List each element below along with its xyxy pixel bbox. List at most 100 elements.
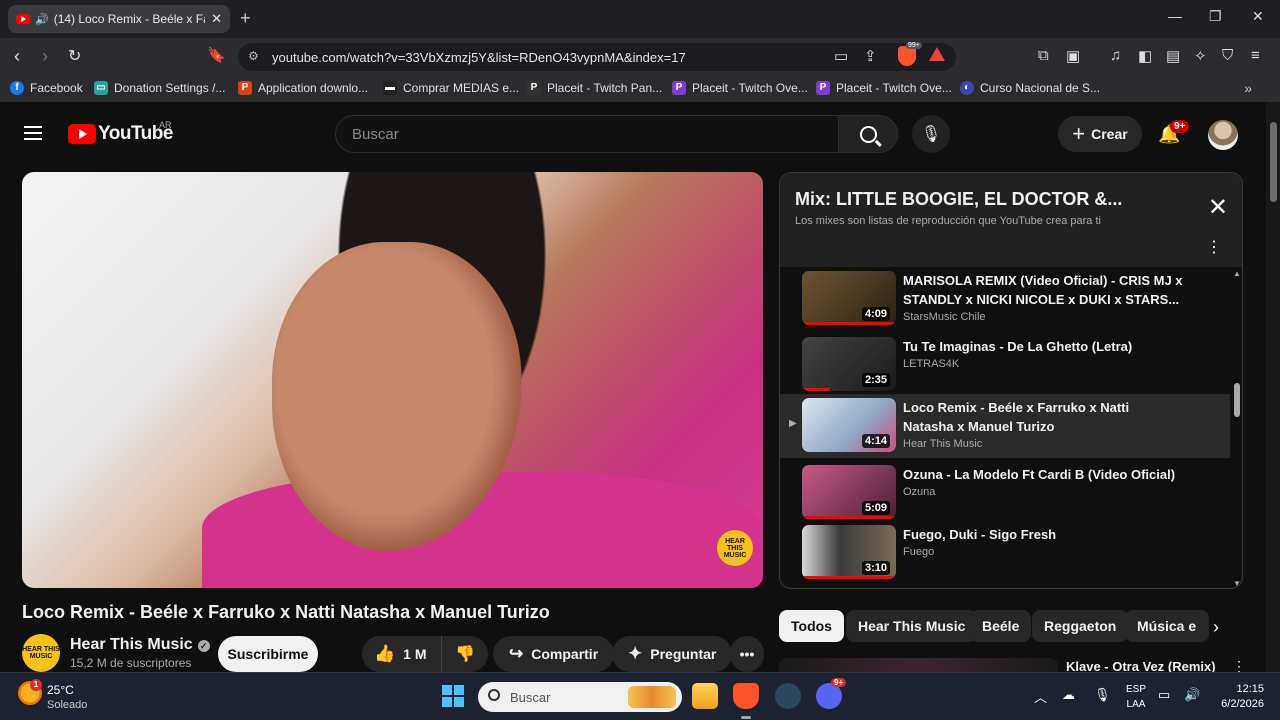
- brave-browser-icon[interactable]: [733, 683, 759, 709]
- address-bar[interactable]: ⚙ youtube.com/watch?v=33VbXzmzj5Y&list=R…: [238, 43, 956, 71]
- ask-button[interactable]: ✦ Preguntar: [612, 636, 733, 672]
- bookmark-item[interactable]: ◐ Curso Nacional de S...: [960, 81, 1100, 95]
- chip-genre[interactable]: Reggaeton: [1032, 610, 1129, 642]
- taskbar-search-input[interactable]: Buscar: [478, 682, 682, 712]
- dislike-button[interactable]: 👎: [442, 644, 488, 664]
- medias-icon: ▬: [383, 81, 397, 95]
- scroll-up-icon[interactable]: ▲: [1233, 269, 1241, 278]
- youtube-logo-icon[interactable]: [68, 124, 96, 144]
- forward-icon[interactable]: ›: [42, 46, 48, 67]
- menu-icon[interactable]: ≡: [1251, 47, 1260, 64]
- vpn-icon[interactable]: ⛉: [1222, 47, 1233, 64]
- video-thumbnail[interactable]: 2:35: [802, 337, 896, 391]
- chip-music[interactable]: Música e: [1125, 610, 1209, 642]
- media-control-icon[interactable]: ♫: [1110, 47, 1121, 64]
- weather-condition[interactable]: Soleado: [47, 699, 87, 711]
- bookmarks-overflow-icon[interactable]: »: [1244, 80, 1252, 96]
- window-close-icon[interactable]: ✕: [1252, 8, 1264, 25]
- back-icon[interactable]: ‹: [14, 46, 20, 67]
- guide-menu-icon[interactable]: [24, 126, 42, 140]
- search-button[interactable]: [838, 115, 898, 153]
- steam-icon[interactable]: [775, 683, 801, 709]
- bookmark-icon[interactable]: 🔖: [207, 46, 226, 64]
- browser-tab-active[interactable]: 🔊 (14) Loco Remix - Beéle x Farruko ✕: [8, 5, 230, 33]
- share-url-icon[interactable]: ⇪: [864, 47, 877, 65]
- page-scrollbar-thumb[interactable]: [1270, 122, 1277, 202]
- tab-close-icon[interactable]: ✕: [211, 11, 222, 27]
- subscribe-button[interactable]: Suscribirme: [218, 636, 318, 672]
- site-settings-icon[interactable]: ⚙: [248, 49, 259, 63]
- sidebar-icon[interactable]: ◧: [1138, 47, 1152, 65]
- wallet-icon[interactable]: ▤: [1166, 47, 1180, 65]
- video-thumbnail[interactable]: 3:10: [802, 525, 896, 579]
- system-clock[interactable]: 12:15 6/2/2026: [1210, 682, 1264, 712]
- reload-icon[interactable]: ↻: [68, 46, 81, 66]
- more-vertical-icon[interactable]: ⋮: [1206, 237, 1222, 257]
- next-video-thumbnail[interactable]: [779, 658, 1058, 672]
- like-button[interactable]: 👍 1 M: [362, 636, 442, 672]
- minimize-icon[interactable]: —: [1168, 8, 1182, 24]
- bookmark-item[interactable]: P Placeit - Twitch Ove...: [672, 81, 808, 95]
- list-item[interactable]: 5:09 Ozuna - La Modelo Ft Cardi B (Video…: [780, 461, 1230, 525]
- playlist-scrollbar-thumb[interactable]: [1234, 383, 1240, 417]
- input-language[interactable]: ESP LAA: [1126, 682, 1146, 712]
- scroll-down-icon[interactable]: ▼: [1233, 579, 1241, 588]
- bookmark-item[interactable]: P Application downlo...: [238, 81, 368, 95]
- video-title-link[interactable]: Tu Te Imaginas - De La Ghetto (Letra): [903, 337, 1183, 356]
- bookmark-item[interactable]: P Placeit - Twitch Ove...: [816, 81, 952, 95]
- temperature[interactable]: 25°C: [47, 683, 74, 697]
- chevron-right-icon[interactable]: ›: [1213, 617, 1219, 638]
- watch-progress: [802, 388, 831, 391]
- extensions-icon[interactable]: ⧉: [1038, 47, 1049, 64]
- channel-name[interactable]: Hear This Music: [70, 636, 193, 653]
- video-title-link[interactable]: MARISOLA REMIX (Video Oficial) - CRIS MJ…: [903, 271, 1183, 309]
- leo-ai-icon[interactable]: ✧: [1194, 47, 1207, 65]
- like-dislike-group: 👍 1 M 👎: [362, 636, 488, 672]
- brave-rewards-icon[interactable]: [929, 47, 945, 61]
- video-thumbnail[interactable]: 4:09: [802, 271, 896, 325]
- video-thumbnail[interactable]: 4:14: [802, 398, 896, 452]
- maximize-icon[interactable]: ❐: [1209, 8, 1222, 25]
- channel-avatar[interactable]: HEAR THIS MUSIC: [22, 634, 60, 672]
- video-title-link[interactable]: Fuego, Duki - Sigo Fresh: [903, 525, 1183, 544]
- bookmark-item[interactable]: ▭ Donation Settings /...: [94, 81, 225, 95]
- page-scrollbar[interactable]: [1266, 102, 1280, 672]
- onedrive-icon[interactable]: ☁: [1062, 687, 1075, 703]
- search-input[interactable]: Buscar: [335, 115, 839, 153]
- chip-channel[interactable]: Hear This Music: [846, 610, 978, 642]
- windows-start-icon[interactable]: [442, 685, 464, 707]
- screenshot-icon[interactable]: ▣: [1066, 47, 1080, 65]
- volume-icon[interactable]: 🔊: [1184, 687, 1200, 703]
- microphone-icon[interactable]: 🎙: [1094, 687, 1111, 703]
- video-title-link[interactable]: Loco Remix - Beéle x Farruko x Natti Nat…: [903, 398, 1183, 436]
- playlist-title[interactable]: Mix: LITTLE BOOGIE, EL DOCTOR &...: [795, 189, 1122, 210]
- list-item-current[interactable]: ▶ 4:14 Loco Remix - Beéle x Farruko x Na…: [780, 394, 1230, 458]
- bookmark-item[interactable]: P Placeit - Twitch Pan...: [527, 81, 662, 95]
- bookmark-item[interactable]: f Facebook: [10, 81, 83, 95]
- tray-overflow-icon[interactable]: ︿: [1034, 687, 1047, 706]
- file-explorer-icon[interactable]: [692, 683, 718, 709]
- new-tab-icon[interactable]: +: [240, 8, 251, 29]
- chip-artist[interactable]: Beéle: [970, 610, 1032, 642]
- voice-search-button[interactable]: 🎙: [912, 115, 950, 153]
- chip-todos[interactable]: Todos: [779, 610, 844, 642]
- brave-shields-icon[interactable]: [898, 46, 916, 66]
- network-icon[interactable]: ▭: [1158, 687, 1170, 703]
- channel-watermark[interactable]: HEAR THIS MUSIC: [717, 530, 753, 566]
- speaker-icon[interactable]: 🔊: [35, 13, 49, 26]
- close-icon[interactable]: ✕: [1208, 193, 1228, 222]
- bookmark-item[interactable]: ▬ Comprar MEDIAS e...: [383, 81, 519, 95]
- share-button[interactable]: ↪ Compartir: [493, 636, 615, 672]
- channel-name-row[interactable]: Hear This Music ✓: [70, 636, 210, 654]
- create-button[interactable]: + Crear: [1058, 116, 1142, 152]
- more-actions-button[interactable]: •••: [730, 636, 764, 672]
- list-item[interactable]: 2:35 Tu Te Imaginas - De La Ghetto (Letr…: [780, 333, 1230, 397]
- playlist-scrollbar[interactable]: ▲ ▼: [1233, 267, 1241, 588]
- video-title-link[interactable]: Ozuna - La Modelo Ft Cardi B (Video Ofic…: [903, 465, 1183, 484]
- video-player[interactable]: HEAR THIS MUSIC: [22, 172, 763, 588]
- cast-icon[interactable]: ▭: [834, 47, 848, 65]
- list-item[interactable]: 4:09 MARISOLA REMIX (Video Oficial) - CR…: [780, 267, 1230, 331]
- list-item[interactable]: 3:10 Fuego, Duki - Sigo Fresh Fuego: [780, 521, 1230, 585]
- video-thumbnail[interactable]: 5:09: [802, 465, 896, 519]
- avatar[interactable]: [1208, 120, 1238, 150]
